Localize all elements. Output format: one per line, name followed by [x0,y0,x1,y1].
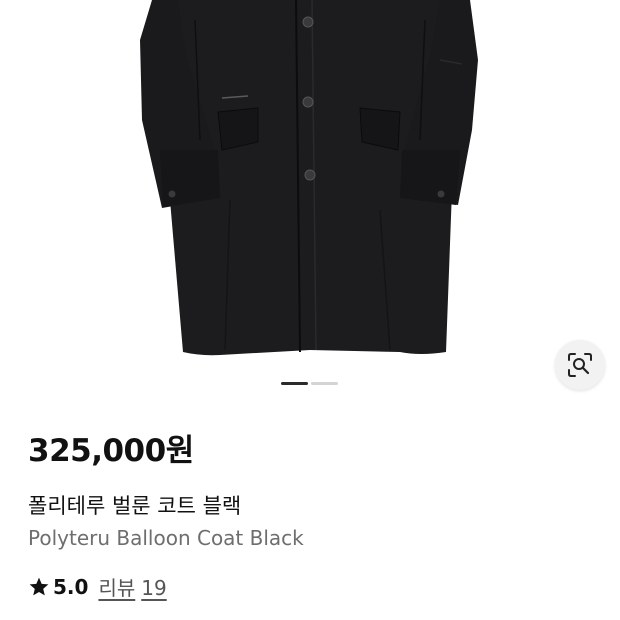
visual-search-button[interactable] [555,340,605,390]
product-price: 325,000원 [28,433,194,469]
product-image-carousel[interactable] [0,0,620,400]
review-link[interactable]: 리뷰 19 [98,572,166,601]
rating-score: 5.0 [53,574,89,599]
rating-row: 5.0 리뷰 19 [28,572,167,601]
visual-search-icon [568,353,592,377]
product-title-english: Polyteru Balloon Coat Black [28,526,304,550]
pager-dot-active[interactable] [281,382,308,385]
review-label: 리뷰 [98,576,136,600]
product-image [140,0,478,356]
product-title-korean: 폴리테루 벌룬 코트 블랙 [28,494,242,518]
star-icon [29,577,49,595]
review-count: 19 [141,576,167,600]
pager-dot[interactable] [311,382,338,385]
carousel-pager [281,382,338,385]
